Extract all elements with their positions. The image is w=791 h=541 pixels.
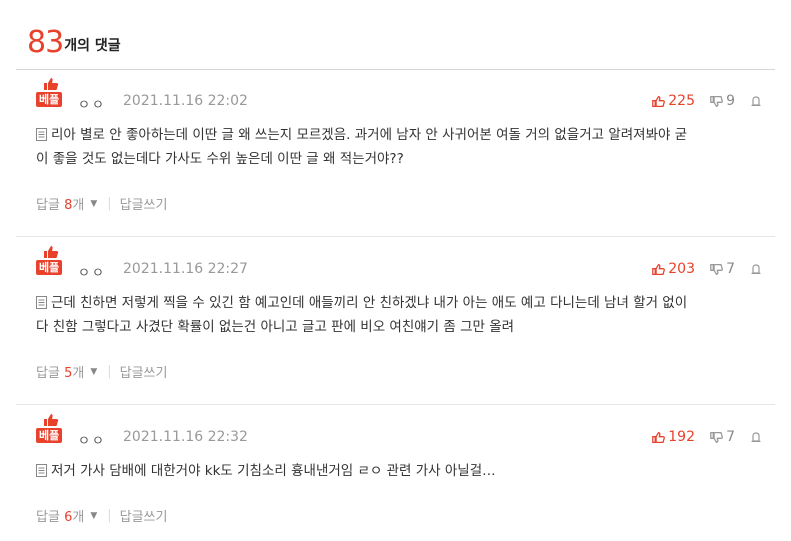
comment-text-line2: 다 친함 그렇다고 사겼단 확률이 없는건 아니고 글고 판에 비오 여친얘기 … (36, 319, 515, 335)
comment-date: 2021.11.16 22:27 (123, 261, 248, 277)
best-thumb-icon (44, 78, 59, 90)
downvote-count: 7 (726, 429, 735, 445)
best-badge: 베플 (36, 428, 63, 443)
comment-author[interactable]: ㅇㅇ (78, 262, 106, 281)
thumb-up-icon (652, 263, 666, 275)
comment-author[interactable]: ㅇㅇ (78, 94, 106, 113)
comment-text: 근데 친하면 저렇게 찍을 수 있긴 함 예고인데 애들끼리 안 친하겠냐 내가… (36, 291, 771, 339)
downvote-count: 9 (726, 93, 735, 109)
comment-item: 베플 ㅇㅇ 2021.11.16 22:27 203 7 근데 친하면 저렇게 … (16, 245, 775, 405)
report-icon[interactable] (751, 432, 761, 442)
thumb-down-icon (710, 95, 724, 107)
comment-text-line1: 리아 별로 안 좋아하는데 이딴 글 왜 쓰는지 모르겠음. 과거에 남자 안 … (51, 127, 688, 143)
best-comment-marker: 베플 (36, 245, 66, 277)
comment-item: 베플 ㅇㅇ 2021.11.16 22:32 192 7 저거 가사 담배에 대… (16, 413, 775, 541)
upvote-button[interactable]: 203 (652, 261, 695, 277)
upvote-count: 192 (668, 429, 695, 445)
best-thumb-icon (44, 246, 59, 258)
reply-bar: 답글 8개 ▼ | 답글쓰기 (36, 194, 167, 213)
comment-date: 2021.11.16 22:02 (123, 93, 248, 109)
comment-text-line1: 근데 친하면 저렇게 찍을 수 있긴 함 예고인데 애들끼리 안 친하겠냐 내가… (51, 295, 688, 311)
thumb-up-icon (652, 95, 666, 107)
comment-count: 83 (27, 25, 64, 60)
downvote-button[interactable]: 7 (710, 261, 735, 277)
divider: | (107, 196, 112, 211)
comment-divider (16, 404, 775, 405)
thumb-down-icon (710, 431, 724, 443)
thumb-down-icon (710, 263, 724, 275)
report-icon[interactable] (751, 96, 761, 106)
comment-text: 리아 별로 안 좋아하는데 이딴 글 왜 쓰는지 모르겠음. 과거에 남자 안 … (36, 123, 771, 171)
upvote-count: 203 (668, 261, 695, 277)
best-badge: 베플 (36, 260, 63, 275)
upvote-count: 225 (668, 93, 695, 109)
header-divider (16, 69, 775, 70)
best-comment-marker: 베플 (36, 77, 66, 109)
reply-prefix: 답글 (36, 366, 60, 381)
write-reply-link[interactable]: 답글쓰기 (120, 194, 168, 213)
thumb-up-icon (652, 431, 666, 443)
comment-date: 2021.11.16 22:32 (123, 429, 248, 445)
downvote-button[interactable]: 7 (710, 429, 735, 445)
write-reply-link[interactable]: 답글쓰기 (120, 362, 168, 381)
report-icon[interactable] (751, 264, 761, 274)
comment-item: 베플 ㅇㅇ 2021.11.16 22:02 225 9 리아 별로 안 좋아하… (16, 77, 775, 237)
reply-bar: 답글 6개 ▼ | 답글쓰기 (36, 506, 167, 525)
reply-suffix: 개 (72, 198, 85, 213)
reply-bar: 답글 5개 ▼ | 답글쓰기 (36, 362, 167, 381)
comment-author[interactable]: ㅇㅇ (78, 430, 106, 449)
divider: | (107, 364, 112, 379)
caret-down-icon[interactable]: ▼ (90, 199, 97, 209)
best-thumb-icon (44, 414, 59, 426)
comment-count-label: 개의 댓글 (64, 38, 121, 54)
document-icon (36, 464, 47, 477)
upvote-button[interactable]: 192 (652, 429, 695, 445)
replies-toggle[interactable]: 답글 5개 (36, 362, 84, 381)
caret-down-icon[interactable]: ▼ (90, 367, 97, 377)
document-icon (36, 128, 47, 141)
reply-prefix: 답글 (36, 510, 60, 525)
comment-text-line1: 저거 가사 담배에 대한거야 kk도 기침소리 흉내낸거임 ㄹㅇ 관련 가사 아… (51, 463, 496, 479)
downvote-button[interactable]: 9 (710, 93, 735, 109)
best-comment-marker: 베플 (36, 413, 66, 445)
document-icon (36, 296, 47, 309)
comment-divider (16, 236, 775, 237)
comments-header: 83 개의 댓글 (27, 22, 121, 58)
comment-text-line2: 이 좋을 것도 없는데다 가사도 수위 높은데 이딴 글 왜 적는거야?? (36, 151, 404, 167)
caret-down-icon[interactable]: ▼ (90, 511, 97, 521)
reply-prefix: 답글 (36, 198, 60, 213)
write-reply-link[interactable]: 답글쓰기 (120, 506, 168, 525)
best-badge: 베플 (36, 92, 63, 107)
downvote-count: 7 (726, 261, 735, 277)
upvote-button[interactable]: 225 (652, 93, 695, 109)
replies-toggle[interactable]: 답글 6개 (36, 506, 84, 525)
divider: | (107, 508, 112, 523)
reply-suffix: 개 (72, 366, 85, 381)
replies-toggle[interactable]: 답글 8개 (36, 194, 84, 213)
reply-suffix: 개 (72, 510, 85, 525)
comment-text: 저거 가사 담배에 대한거야 kk도 기침소리 흉내낸거임 ㄹㅇ 관련 가사 아… (36, 459, 771, 483)
